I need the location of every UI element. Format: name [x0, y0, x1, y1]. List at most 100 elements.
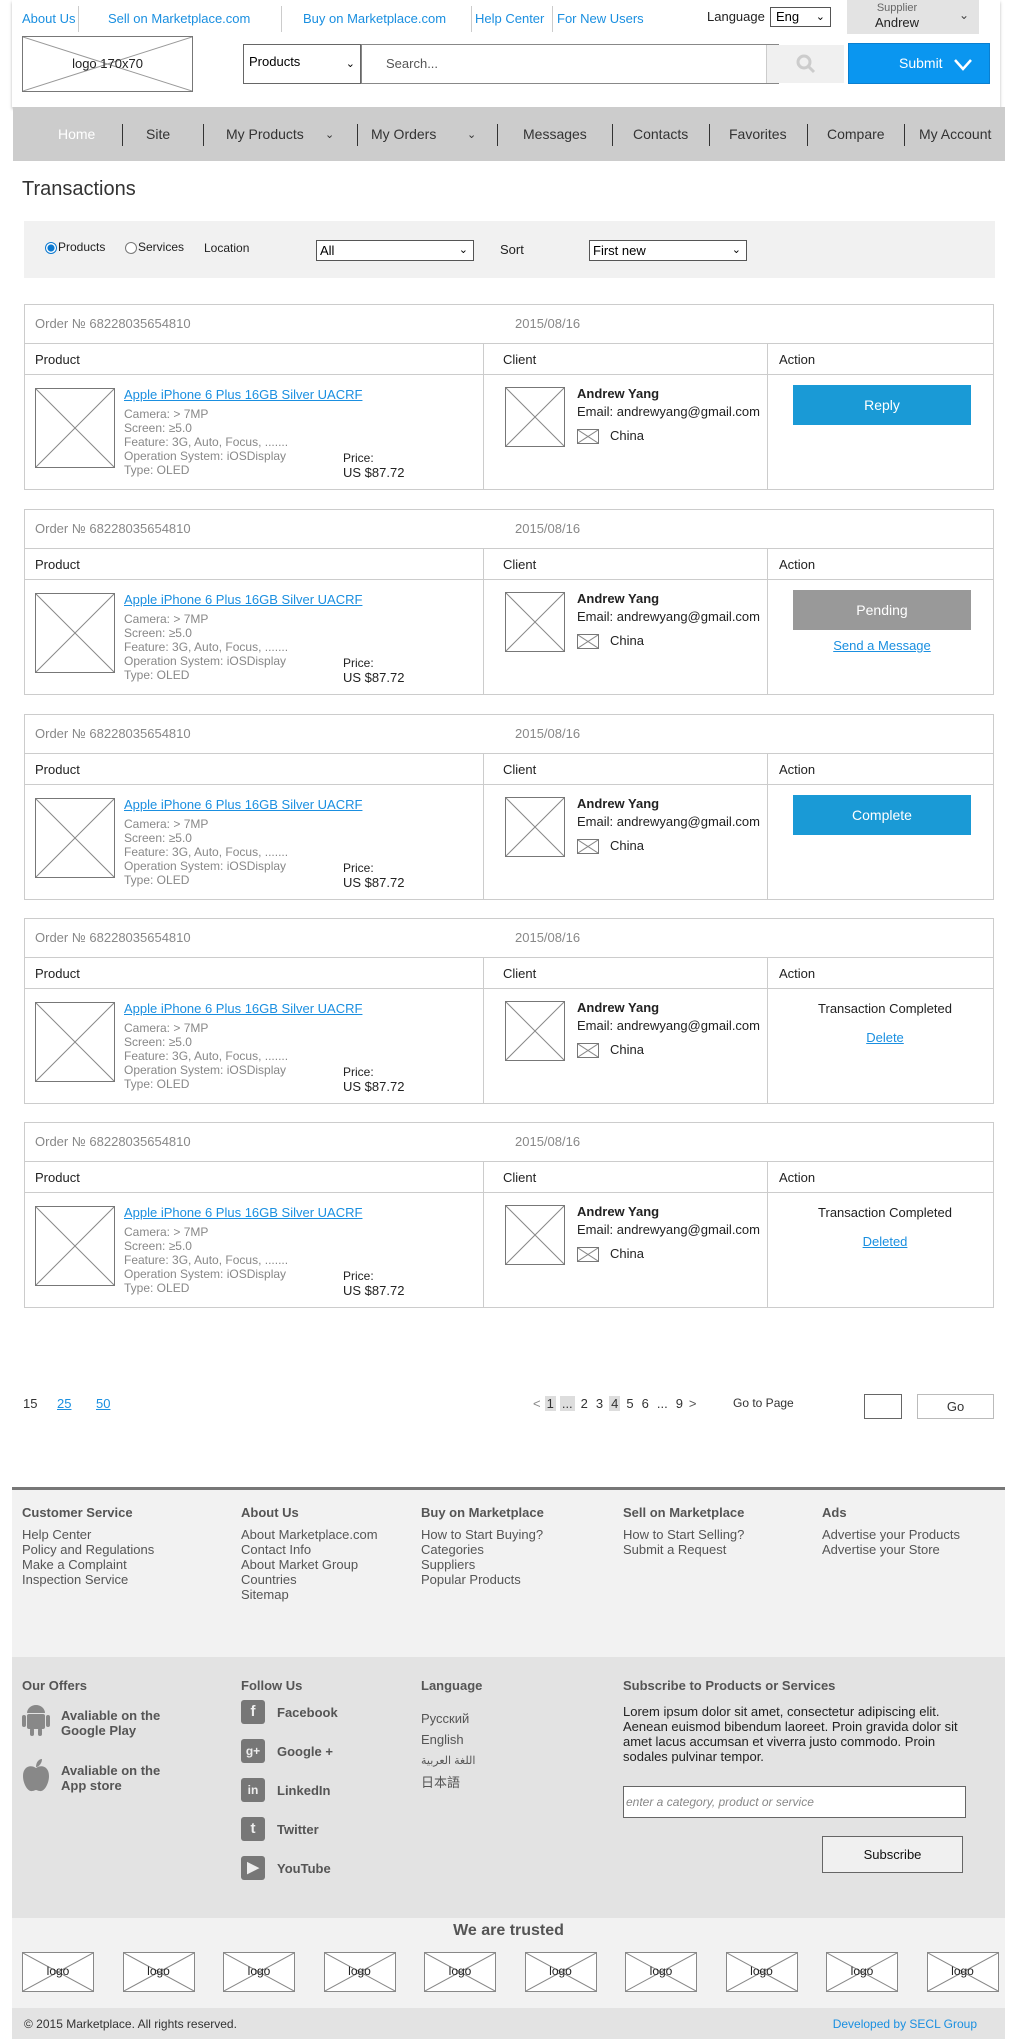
google-play-line1[interactable]: Avaliable on the	[61, 1708, 160, 1723]
social-link[interactable]: Twitter	[277, 1822, 319, 1837]
product-title-link[interactable]: Apple iPhone 6 Plus 16GB Silver UACRF	[124, 592, 362, 607]
language-japanese[interactable]: 日本語	[421, 1775, 460, 1790]
partner-logo[interactable]: logo	[625, 1952, 697, 1992]
chevron-down-icon[interactable]: ⌄	[325, 128, 334, 141]
google-play-line2[interactable]: Google Play	[61, 1723, 136, 1738]
go-button[interactable]: Go	[917, 1394, 994, 1419]
reply-button[interactable]: Reply	[793, 385, 971, 425]
nav-item-site[interactable]: Site	[146, 126, 170, 142]
search-input[interactable]: Search...	[361, 44, 779, 84]
footer-link[interactable]: Submit a Request	[623, 1542, 726, 1557]
prev-page-button[interactable]: <	[533, 1396, 541, 1411]
delete-link[interactable]: Delete	[775, 1030, 995, 1045]
linkedin-icon[interactable]: in	[241, 1778, 265, 1802]
developer-link[interactable]: Developed by SECL Group	[833, 2017, 977, 2031]
partner-logo[interactable]: logo	[424, 1952, 496, 1992]
partner-logo[interactable]: logo	[826, 1952, 898, 1992]
partner-logo[interactable]: logo	[223, 1952, 295, 1992]
nav-item-home[interactable]: Home	[58, 126, 95, 142]
top-link-about-us[interactable]: About Us	[22, 11, 75, 26]
nav-item-my-account[interactable]: My Account	[919, 126, 991, 142]
page-6[interactable]: 6	[640, 1396, 651, 1411]
top-link-help-center[interactable]: Help Center	[475, 11, 544, 26]
footer-link[interactable]: Contact Info	[241, 1542, 311, 1557]
footer-link[interactable]: Help Center	[22, 1527, 91, 1542]
pending-button[interactable]: Pending	[793, 590, 971, 630]
product-title-link[interactable]: Apple iPhone 6 Plus 16GB Silver UACRF	[124, 387, 362, 402]
page-4[interactable]: 4	[609, 1396, 621, 1411]
per-page-50[interactable]: 50	[96, 1396, 110, 1411]
nav-item-contacts[interactable]: Contacts	[633, 126, 688, 142]
radio-products[interactable]	[45, 242, 57, 254]
facebook-icon[interactable]: f	[241, 1700, 265, 1724]
per-page-25[interactable]: 25	[57, 1396, 71, 1411]
per-page-15[interactable]: 15	[23, 1396, 37, 1411]
footer-link[interactable]: Popular Products	[421, 1572, 521, 1587]
deleted-link[interactable]: Deleted	[775, 1234, 995, 1249]
complete-button[interactable]: Complete	[793, 795, 971, 835]
footer-link[interactable]: How to Start Buying?	[421, 1527, 543, 1542]
top-link-new-users[interactable]: For New Users	[557, 11, 644, 26]
footer-link[interactable]: Suppliers	[421, 1557, 475, 1572]
footer-link[interactable]: Countries	[241, 1572, 297, 1587]
page-number-input[interactable]	[864, 1394, 902, 1419]
language-russian[interactable]: Русский	[421, 1711, 469, 1726]
top-link-buy[interactable]: Buy on Marketplace.com	[303, 11, 446, 26]
social-link[interactable]: Facebook	[277, 1705, 338, 1720]
google-plus-icon[interactable]: g+	[241, 1739, 265, 1763]
page-3[interactable]: 3	[594, 1396, 605, 1411]
language-select[interactable]: Eng ⌄	[770, 7, 831, 27]
app-store-line1[interactable]: Avaliable on the	[61, 1763, 160, 1778]
page-5[interactable]: 5	[624, 1396, 635, 1411]
partner-logo[interactable]: logo	[725, 1952, 798, 1992]
footer-link[interactable]: How to Start Selling?	[623, 1527, 744, 1542]
partner-logo[interactable]: logo	[22, 1952, 94, 1992]
account-menu[interactable]: Supplier Andrew ⌄	[847, 0, 979, 34]
footer-link[interactable]: Categories	[421, 1542, 484, 1557]
footer-link[interactable]: Policy and Regulations	[22, 1542, 154, 1557]
twitter-icon[interactable]: t	[241, 1817, 265, 1841]
youtube-icon[interactable]: ▶	[241, 1856, 265, 1880]
footer-link[interactable]: Make a Complaint	[22, 1557, 127, 1572]
nav-item-my-orders[interactable]: My Orders	[371, 126, 436, 142]
nav-item-messages[interactable]: Messages	[523, 126, 587, 142]
page-9[interactable]: 9	[674, 1396, 685, 1411]
nav-item-compare[interactable]: Compare	[827, 126, 885, 142]
partner-logo[interactable]: logo	[926, 1952, 999, 1992]
partner-logo[interactable]: logo	[323, 1952, 396, 1992]
footer-link[interactable]: Sitemap	[241, 1587, 289, 1602]
footer-link[interactable]: Advertise your Store	[822, 1542, 940, 1557]
search-category-select[interactable]: Products ⌄	[243, 44, 361, 84]
footer-link[interactable]: About Marketplace.com	[241, 1527, 378, 1542]
language-arabic[interactable]: اللغة العربية	[421, 1754, 475, 1769]
subscribe-input[interactable]: enter a category, product or service	[623, 1786, 966, 1818]
footer-link[interactable]: About Market Group	[241, 1557, 358, 1572]
next-page-button[interactable]: >	[689, 1396, 697, 1411]
product-title-link[interactable]: Apple iPhone 6 Plus 16GB Silver UACRF	[124, 797, 362, 812]
sort-select[interactable]: First new ⌄	[589, 240, 747, 261]
social-link[interactable]: LinkedIn	[277, 1783, 330, 1798]
footer-link[interactable]: Advertise your Products	[822, 1527, 960, 1542]
radio-services[interactable]	[125, 242, 137, 254]
partner-logo[interactable]: logo	[524, 1952, 597, 1992]
top-link-sell[interactable]: Sell on Marketplace.com	[108, 11, 250, 26]
chevron-down-icon[interactable]: ⌄	[467, 128, 476, 141]
social-link[interactable]: YouTube	[277, 1861, 331, 1876]
page-1[interactable]: 1	[544, 1396, 556, 1411]
nav-item-favorites[interactable]: Favorites	[729, 126, 787, 142]
product-title-link[interactable]: Apple iPhone 6 Plus 16GB Silver UACRF	[124, 1205, 362, 1220]
nav-item-my-products[interactable]: My Products	[226, 126, 304, 142]
partner-logo[interactable]: logo	[122, 1952, 195, 1992]
page-2[interactable]: 2	[579, 1396, 590, 1411]
footer-link[interactable]: Inspection Service	[22, 1572, 128, 1587]
language-english[interactable]: English	[421, 1732, 464, 1747]
product-title-link[interactable]: Apple iPhone 6 Plus 16GB Silver UACRF	[124, 1001, 362, 1016]
send-message-link[interactable]: Send a Message	[793, 638, 971, 653]
app-store-line2[interactable]: App store	[61, 1778, 122, 1793]
radio-products-label[interactable]: Products	[58, 240, 105, 254]
search-button[interactable]	[766, 45, 844, 83]
subscribe-button[interactable]: Subscribe	[822, 1836, 963, 1873]
logo[interactable]: logo 170x70	[22, 36, 193, 92]
submit-button[interactable]: Submit	[848, 43, 990, 84]
radio-services-label[interactable]: Services	[138, 240, 184, 254]
